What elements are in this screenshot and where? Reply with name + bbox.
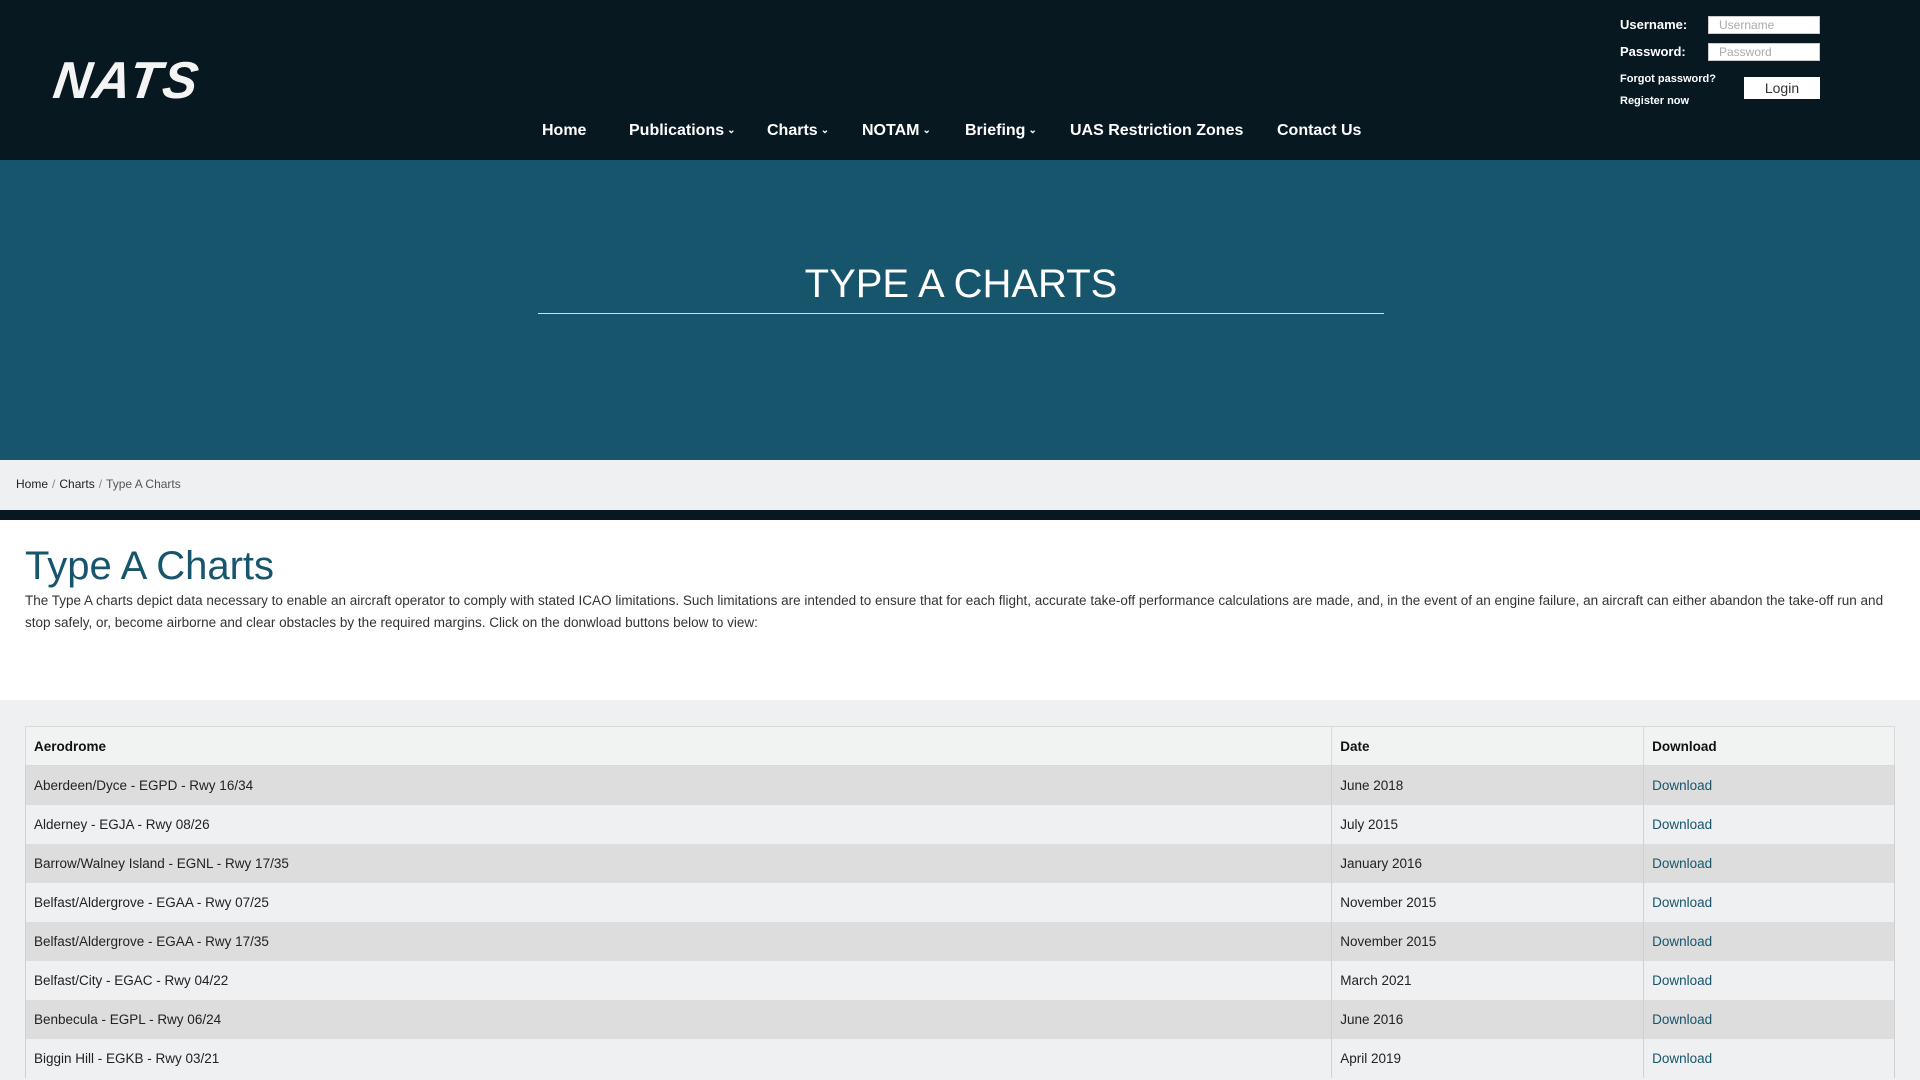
chevron-down-icon: ⌄ [922, 125, 931, 136]
chevron-down-icon: ⌄ [727, 125, 736, 136]
download-link[interactable]: Download [1652, 934, 1712, 949]
download-cell: Download [1643, 804, 1895, 844]
nav-label: Charts [767, 122, 818, 139]
nav-item-uas-restriction-zones[interactable]: UAS Restriction Zones [1070, 116, 1243, 146]
download-cell: Download [1643, 882, 1895, 922]
table-row: Aberdeen/Dyce - EGPD - Rwy 16/34 June 201… [24, 765, 1895, 805]
table-row: Benbecula - EGPL - Rwy 06/24 June 2016 Dow… [24, 999, 1895, 1039]
column-header-date[interactable]: Date [1331, 726, 1645, 766]
logo-text: NATS [49, 52, 204, 110]
chevron-down-icon: ⌄ [1028, 125, 1037, 136]
intro-section: Type A Charts The Type A charts depict d… [0, 520, 1920, 700]
nav-label: UAS Restriction Zones [1070, 122, 1244, 139]
download-cell: Download [1643, 843, 1895, 883]
nav-label: Briefing [965, 122, 1026, 139]
breadcrumb-charts[interactable]: Charts [59, 477, 94, 491]
charts-table-section: Aerodrome Date Download Aberdeen/Dyce - … [0, 700, 1920, 1080]
download-link[interactable]: Download [1652, 1051, 1712, 1066]
aerodrome-cell: Belfast/Aldergrove - EGAA - Rwy 07/25 [24, 882, 1333, 922]
table-row: Belfast/City - EGAC - Rwy 04/22 March 202… [24, 960, 1895, 1000]
download-link[interactable]: Download [1652, 817, 1712, 832]
breadcrumb: Home / Charts / Type A Charts [0, 460, 1920, 510]
charts-table: Aerodrome Date Download Aberdeen/Dyce - … [24, 726, 1895, 1078]
date-cell: June 2018 [1331, 765, 1645, 805]
login-button[interactable]: Login [1744, 77, 1820, 99]
forgot-password-link[interactable]: Forgot password? [1620, 73, 1716, 85]
nav-label: NOTAM [862, 122, 920, 139]
date-cell: July 2015 [1331, 804, 1645, 844]
aerodrome-cell: Alderney - EGJA - Rwy 08/26 [24, 804, 1333, 844]
date-cell: November 2015 [1331, 882, 1645, 922]
nav-item-publications[interactable]: Publications ⌄ [629, 116, 736, 148]
download-link[interactable]: Download [1652, 856, 1712, 871]
nav-label: Home [542, 122, 587, 139]
download-cell: Download [1643, 921, 1895, 961]
aerodrome-cell: Belfast/Aldergrove - EGAA - Rwy 17/35 [24, 921, 1333, 961]
date-cell: April 2019 [1331, 1038, 1645, 1078]
download-link[interactable]: Download [1652, 895, 1712, 910]
page-description: The Type A charts depict data necessary … [25, 593, 1884, 630]
download-cell: Download [1643, 999, 1895, 1039]
table-header-row: Aerodrome Date Download [24, 726, 1895, 766]
nats-logo[interactable]: NATS [50, 52, 226, 110]
download-link[interactable]: Download [1652, 1012, 1712, 1027]
nav-item-home[interactable]: Home [542, 116, 586, 146]
nav-item-notam[interactable]: NOTAM ⌄ [862, 116, 931, 148]
username-label: Username: [1620, 17, 1688, 32]
hero-banner: TYPE A CHARTS [0, 160, 1920, 460]
download-cell: Download [1643, 765, 1895, 805]
download-cell: Download [1643, 960, 1895, 1000]
download-cell: Download [1643, 1038, 1895, 1078]
aerodrome-cell: Benbecula - EGPL - Rwy 06/24 [24, 999, 1333, 1039]
nav-item-briefing[interactable]: Briefing ⌄ [965, 116, 1037, 148]
hero-title: TYPE A CHARTS [804, 262, 1118, 306]
chevron-down-icon: ⌄ [820, 125, 830, 136]
username-input[interactable] [1708, 16, 1820, 34]
date-cell: March 2021 [1331, 960, 1645, 1000]
nav-label: Publications [629, 122, 725, 139]
breadcrumb-separator: / [98, 477, 103, 491]
hero-divider [538, 313, 1384, 314]
table-row: Barrow/Walney Island - EGNL - Rwy 17/35 J… [24, 843, 1895, 883]
table-row: Belfast/Aldergrove - EGAA - Rwy 07/25 Nov… [24, 882, 1895, 922]
date-cell: November 2015 [1331, 921, 1645, 961]
download-link[interactable]: Download [1652, 778, 1712, 793]
section-divider [0, 510, 1920, 520]
password-label: Password: [1620, 44, 1686, 59]
column-header-download[interactable]: Download [1643, 726, 1895, 766]
breadcrumb-current: Type A Charts [106, 477, 181, 491]
aerodrome-cell: Belfast/City - EGAC - Rwy 04/22 [24, 960, 1333, 1000]
nav-item-charts[interactable]: Charts ⌄ [767, 116, 829, 148]
download-link[interactable]: Download [1652, 973, 1712, 988]
login-form: Username: Password: Forgot password? Reg… [1620, 14, 1920, 114]
column-header-aerodrome[interactable]: Aerodrome [24, 726, 1333, 766]
site-header: NATS Home Publications ⌄ Charts ⌄ NOTAM ⌄ B… [0, 0, 1920, 160]
date-cell: January 2016 [1331, 843, 1645, 883]
table-row: Belfast/Aldergrove - EGAA - Rwy 17/35 Nov… [24, 921, 1895, 961]
table-row: Alderney - EGJA - Rwy 08/26 July 2015 Down… [24, 804, 1895, 844]
nav-item-contact-us[interactable]: Contact Us [1277, 116, 1361, 146]
page-title: Type A Charts [25, 544, 275, 588]
main-nav: Home Publications ⌄ Charts ⌄ NOTAM ⌄ Briefi… [0, 116, 1920, 146]
password-input[interactable] [1708, 43, 1820, 61]
breadcrumb-separator: / [52, 477, 56, 491]
aerodrome-cell: Biggin Hill - EGKB - Rwy 03/21 [24, 1038, 1333, 1078]
table-row: Biggin Hill - EGKB - Rwy 03/21 April 2019… [24, 1038, 1895, 1078]
nav-label: Contact Us [1277, 122, 1362, 139]
register-link[interactable]: Register now [1620, 95, 1689, 107]
date-cell: June 2016 [1331, 999, 1645, 1039]
breadcrumb-home[interactable]: Home [16, 477, 48, 491]
aerodrome-cell: Barrow/Walney Island - EGNL - Rwy 17/35 [24, 843, 1333, 883]
aerodrome-cell: Aberdeen/Dyce - EGPD - Rwy 16/34 [24, 765, 1333, 805]
